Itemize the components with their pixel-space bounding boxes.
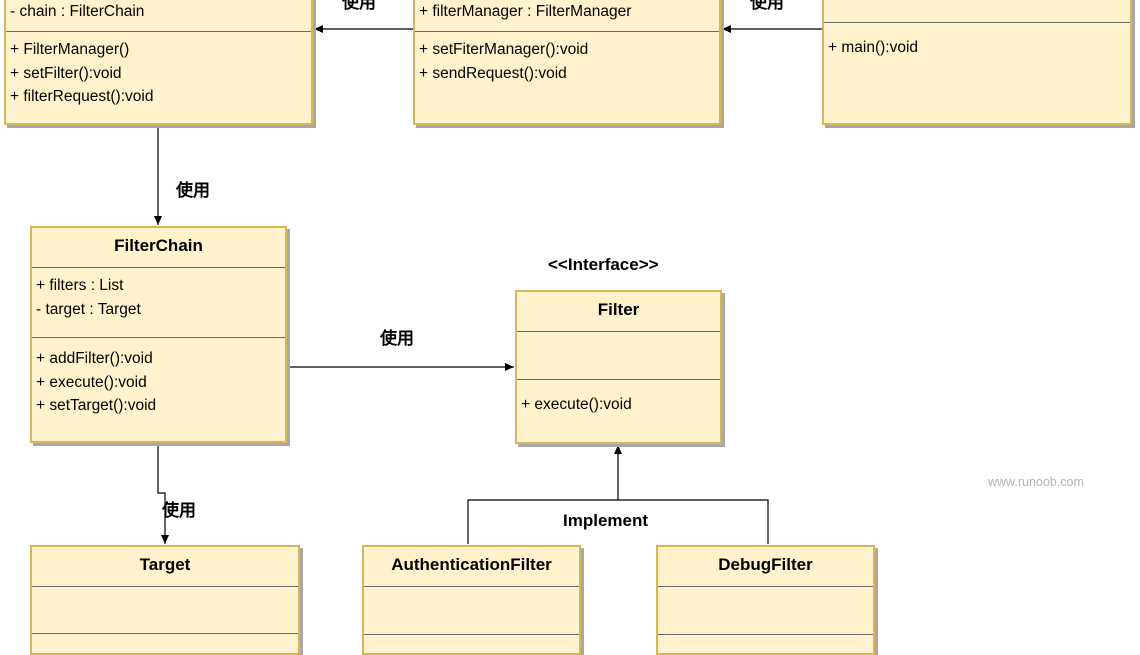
class-demo-operations: + main():void (824, 23, 1130, 60)
uses-label-filterchain-target: 使用 (162, 501, 196, 521)
class-debugfilter: DebugFilter (656, 545, 875, 655)
class-target-attributes (32, 587, 298, 634)
class-authenticationfilter-attributes (364, 587, 579, 635)
class-target: Target (30, 545, 300, 655)
attribute: - chain : FilterChain (10, 3, 145, 20)
attribute: + filterManager : FilterManager (419, 3, 632, 20)
uses-label-filtermanager-filterchain: 使用 (176, 181, 210, 201)
class-authenticationfilter-name: AuthenticationFilter (364, 547, 579, 587)
operation: + setFiterManager():void (419, 41, 589, 58)
class-filterchain-name: FilterChain (32, 228, 285, 268)
watermark: www.runoob.com (988, 475, 1084, 489)
class-client: + filterManager : FilterManager + setFit… (413, 0, 721, 125)
operation: + FilterManager() (10, 41, 130, 58)
operation: + setTarget():void (36, 397, 157, 414)
uses-arrow-filterchain-to-target (157, 443, 169, 544)
class-filterchain-operations: + addFilter():void + execute():void + se… (32, 338, 285, 418)
uses-label-demo-client: 使用 (750, 0, 784, 13)
class-filter: Filter + execute():void (515, 290, 722, 444)
class-filtermanager-attributes: - chain : FilterChain (6, 0, 311, 32)
filter-stereotype: <<Interface>> (548, 255, 659, 274)
class-demo: + main():void (822, 0, 1132, 125)
uses-label-filterchain-filter: 使用 (380, 329, 414, 349)
uses-label-client-filtermanager: 使用 (342, 0, 376, 13)
class-filter-attributes (517, 332, 720, 380)
attribute: - target : Target (36, 300, 141, 318)
class-client-operations: + setFiterManager():void + sendRequest()… (415, 32, 719, 85)
class-filtermanager-operations: + FilterManager() + setFilter():void + f… (6, 32, 311, 109)
class-debugfilter-name: DebugFilter (658, 547, 873, 587)
operation: + addFilter():void (36, 350, 153, 367)
operation: + main():void (828, 39, 919, 56)
class-filterchain: FilterChain + filters : List - target : … (30, 226, 287, 443)
operation: + sendRequest():void (419, 64, 567, 82)
implement-label: Implement (563, 511, 649, 530)
class-filtermanager: - chain : FilterChain + FilterManager() … (4, 0, 313, 125)
operation: + execute():void (36, 373, 147, 391)
class-authenticationfilter: AuthenticationFilter (362, 545, 581, 655)
operation: + setFilter():void (10, 64, 122, 82)
class-filter-operations: + execute():void (517, 380, 720, 417)
class-debugfilter-attributes (658, 587, 873, 635)
operation: + execute():void (521, 396, 632, 413)
attribute: + filters : List (36, 277, 124, 294)
operation: + filterRequest():void (10, 88, 154, 105)
class-target-name: Target (32, 547, 298, 587)
class-client-attributes: + filterManager : FilterManager (415, 0, 719, 32)
class-filterchain-attributes: + filters : List - target : Target (32, 268, 285, 338)
class-filter-name: Filter (517, 292, 720, 332)
class-demo-attributes (824, 0, 1130, 23)
